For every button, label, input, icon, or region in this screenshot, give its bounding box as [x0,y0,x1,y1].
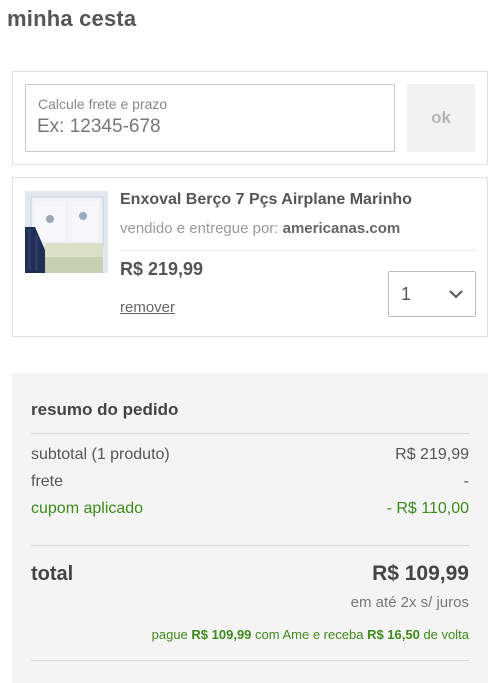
total-label: total [31,563,74,585]
installments-text: em até 2x s/ juros [350,594,469,611]
quantity-value: 1 [401,284,412,304]
shipping-value: - [463,473,469,490]
remove-link[interactable]: remover [120,299,175,316]
subtotal-label: subtotal (1 produto) [31,446,170,463]
coupon-label: cupom aplicado [31,500,144,517]
divider [31,660,469,661]
shipping-label: frete [31,473,64,490]
ame-text-3: de volta [423,627,469,642]
product-seller: vendido e entregue por: americanas.com [120,220,400,237]
divider [120,250,475,251]
zip-field-label: Calcule frete e prazo [38,96,168,112]
product-price: R$ 219,99 [120,259,204,279]
ame-text-1: pague [151,627,188,642]
shipping-calculator: Calcule frete e prazo ok [12,71,488,165]
total-value: R$ 109,99 [372,562,469,585]
coupon-value: - R$ 110,00 [386,500,469,517]
order-summary: resumo do pedido subtotal (1 produto) R$… [12,373,488,683]
page-title: minha cesta [7,6,137,31]
divider [31,433,469,434]
chevron-down-icon [449,290,463,299]
product-name[interactable]: Enxoval Berço 7 Pçs Airplane Marinho [120,191,412,209]
summary-title: resumo do pedido [31,400,179,419]
product-image[interactable] [25,191,108,273]
subtotal-value: R$ 219,99 [395,446,469,463]
quantity-select[interactable]: 1 [388,271,476,317]
ame-cashback-text: pague R$ 109,99 com Ame e receba R$ 16,5… [152,627,469,642]
coupon-row: cupom aplicado - R$ 110,00 [31,500,469,522]
zip-input[interactable] [37,116,377,138]
shipping-row: frete - [31,473,469,495]
zip-field[interactable]: Calcule frete e prazo [25,84,395,152]
ame-value-2: R$ 16,50 [367,627,420,642]
ame-text-2: com Ame e receba [255,627,364,642]
ame-value-1: R$ 109,99 [191,627,252,642]
seller-name: americanas.com [282,220,401,237]
subtotal-row: subtotal (1 produto) R$ 219,99 [31,446,469,468]
divider [31,545,469,546]
ok-button[interactable]: ok [407,84,475,152]
seller-prefix: vendido e entregue por: [120,220,279,237]
cart-item: Enxoval Berço 7 Pçs Airplane Marinho ven… [12,177,488,337]
